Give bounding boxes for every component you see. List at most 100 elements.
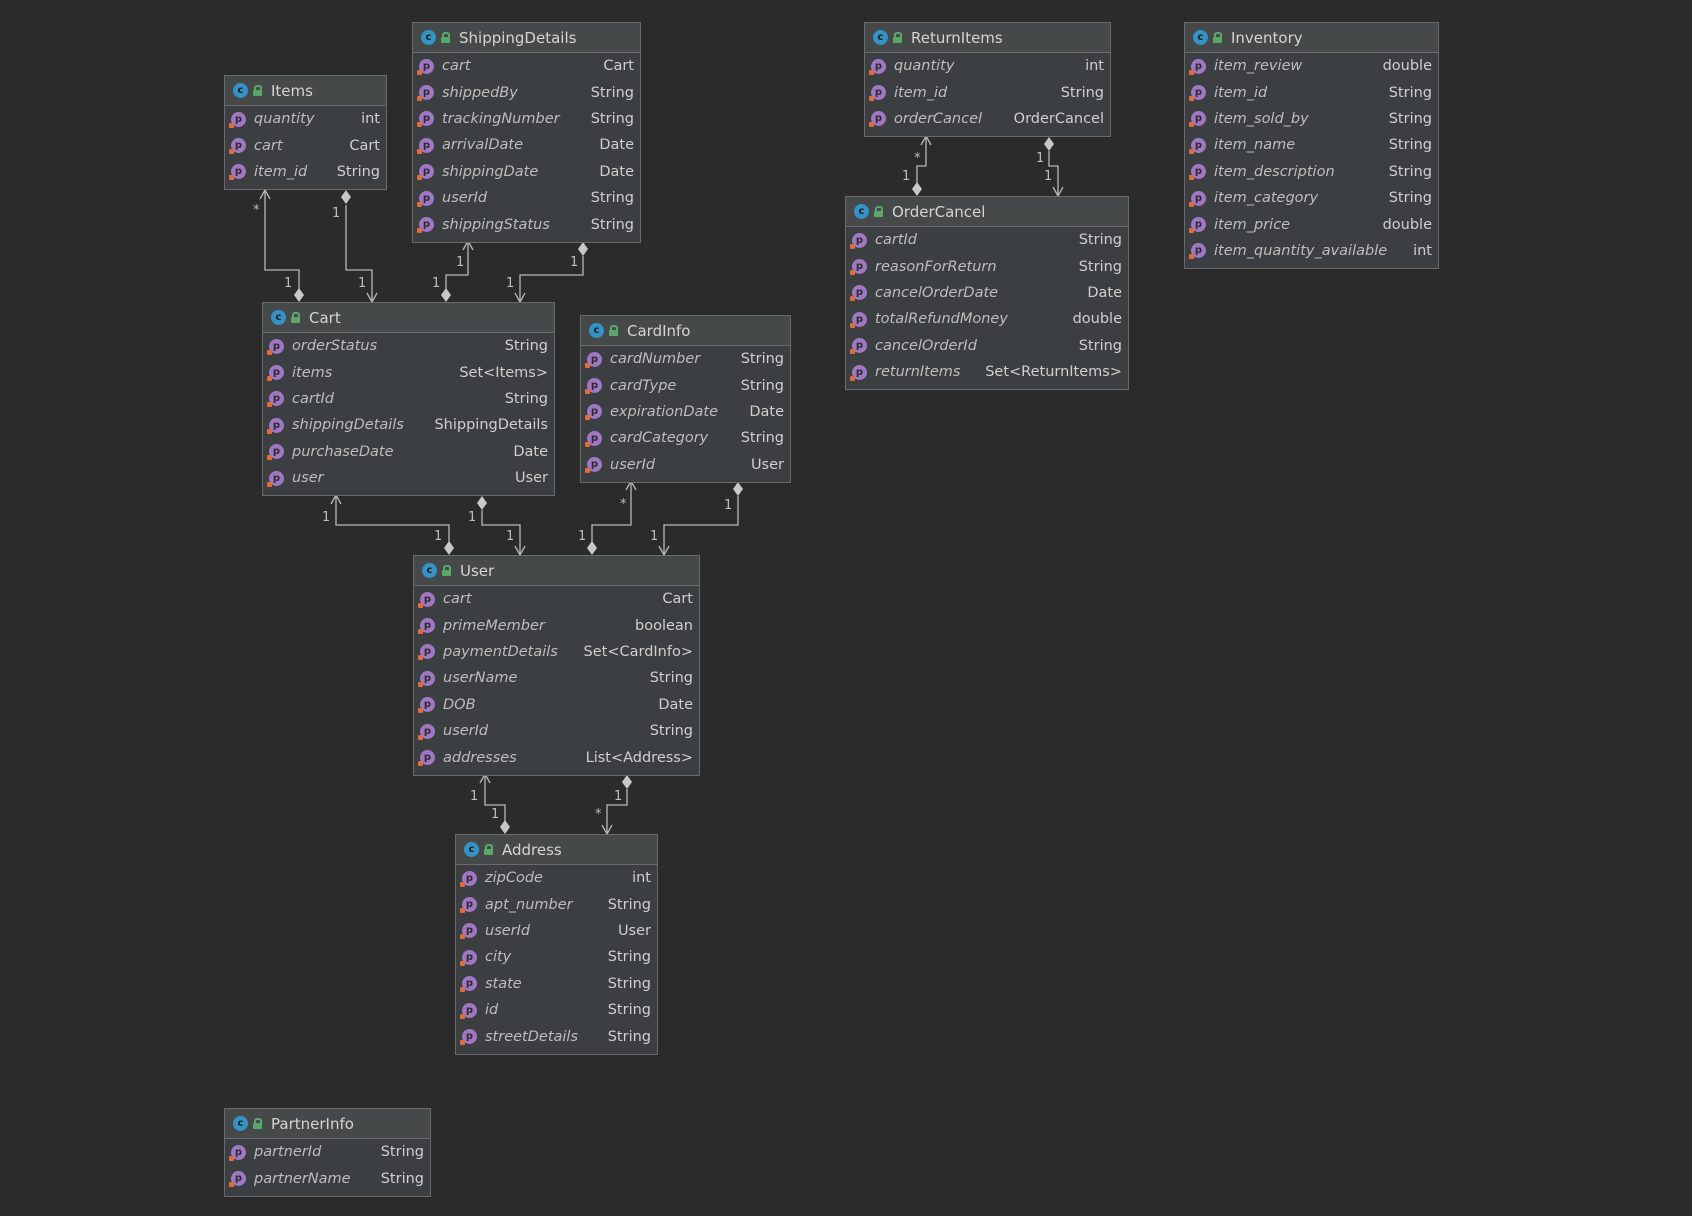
class-box-items[interactable]: c Items p quantity int p cart Cart p item_id Strin… [224,75,387,191]
field-row[interactable]: p orderCancel OrderCancel [865,106,1110,132]
field-row[interactable]: p userId User [581,452,790,478]
field-row[interactable]: p partnerName String [225,1165,430,1191]
field-row[interactable]: p shippingDate Date [413,159,640,185]
field-row[interactable]: p streetDetails String [456,1023,657,1049]
field-row[interactable]: p expirationDate Date [581,399,790,425]
class-box-shippingdetails[interactable]: c ShippingDetails p cart Cart p shippedBy Strin… [412,22,641,243]
property-icon: p [417,111,434,128]
field-type: Date [658,696,693,713]
public-lock-icon [440,32,450,43]
field-row[interactable]: p userId User [456,918,657,944]
field-row[interactable]: p item_id String [865,79,1110,105]
field-row[interactable]: p shippingStatus String [413,211,640,237]
field-row[interactable]: p paymentDetails Set<CardInfo> [414,639,699,665]
field-type: int [1413,242,1432,259]
field-type: ShippingDetails [434,417,548,434]
composition-diamond [441,288,451,302]
field-name: userName [443,670,518,687]
multiplicity-label: 1 [432,276,440,291]
class-box-returnitems[interactable]: c ReturnItems p quantity int p item_id String p o… [864,22,1111,138]
field-row[interactable]: p item_price double [1185,211,1438,237]
class-box-inventory[interactable]: c Inventory p item_review double p item_id Stri… [1184,22,1439,270]
field-name: id [485,1002,499,1019]
field-row[interactable]: p item_description String [1185,159,1438,185]
field-row[interactable]: p userId String [413,185,640,211]
class-box-address[interactable]: c Address p zipCode int p apt_number String p use… [455,834,658,1055]
field-row[interactable]: p arrivalDate Date [413,132,640,158]
field-row[interactable]: p cart Cart [413,53,640,79]
multiplicity-label: 1 [578,529,586,544]
field-row[interactable]: p item_id String [225,159,386,185]
field-row[interactable]: p orderStatus String [263,333,554,359]
class-header[interactable]: c CardInfo [581,316,790,346]
class-header[interactable]: c OrderCancel [846,197,1128,227]
class-icon: c [233,83,248,98]
field-row[interactable]: p id String [456,997,657,1023]
field-row[interactable]: p cartId String [846,227,1128,253]
field-row[interactable]: p items Set<Items> [263,359,554,385]
field-row[interactable]: p user User [263,465,554,491]
field-type: String [607,1028,651,1045]
class-header[interactable]: c Cart [263,303,554,333]
class-header[interactable]: c ShippingDetails [413,23,640,53]
field-row[interactable]: p city String [456,944,657,970]
field-row[interactable]: p cartId String [263,386,554,412]
field-row[interactable]: p item_review double [1185,53,1438,79]
class-box-cart[interactable]: c Cart p orderStatus String p items Set<Items> p… [262,302,555,497]
field-row[interactable]: p quantity int [865,53,1110,79]
field-row[interactable]: p cardType String [581,372,790,398]
field-name: city [485,949,512,966]
field-row[interactable]: p returnItems Set<ReturnItems> [846,359,1128,385]
field-row[interactable]: p item_sold_by String [1185,106,1438,132]
field-type: List<Address> [585,749,693,766]
class-box-ordercancel[interactable]: c OrderCancel p cartId String p reasonForRetur… [845,196,1129,391]
field-row[interactable]: p cancelOrderDate Date [846,280,1128,306]
field-row[interactable]: p purchaseDate Date [263,439,554,465]
class-header[interactable]: c PartnerInfo [225,1109,430,1139]
field-row[interactable]: p cardCategory String [581,425,790,451]
field-row[interactable]: p userId String [414,718,699,744]
property-icon: p [229,1171,246,1188]
field-row[interactable]: p trackingNumber String [413,106,640,132]
field-row[interactable]: p item_name String [1185,132,1438,158]
class-header[interactable]: c Inventory [1185,23,1438,53]
field-type: String [504,390,548,407]
class-header[interactable]: c Address [456,835,657,865]
field-name: cartId [292,390,334,407]
field-row[interactable]: p partnerId String [225,1139,430,1165]
field-row[interactable]: p quantity int [225,106,386,132]
class-header[interactable]: c User [414,556,699,586]
class-box-partnerinfo[interactable]: c PartnerInfo p partnerId String p partnerName… [224,1108,431,1197]
cart-user-association-b [481,510,521,555]
class-box-cardinfo[interactable]: c CardInfo p cardNumber String p cardType Strin… [580,315,791,483]
field-row[interactable]: p reasonForReturn String [846,253,1128,279]
field-row[interactable]: p zipCode int [456,865,657,891]
field-row[interactable]: p item_id String [1185,79,1438,105]
class-box-user[interactable]: c User p cart Cart p primeMember boolean p paymen… [413,555,700,776]
field-row[interactable]: p item_category String [1185,185,1438,211]
field-row[interactable]: p cart Cart [414,586,699,612]
shipping-cart-association-a [445,241,469,289]
field-row[interactable]: p shippedBy String [413,79,640,105]
class-name: OrderCancel [892,202,986,221]
field-row[interactable]: p state String [456,971,657,997]
multiplicity-label: 1 [284,276,292,291]
class-header[interactable]: c Items [225,76,386,106]
field-row[interactable]: p addresses List<Address> [414,744,699,770]
field-row[interactable]: p cart Cart [225,132,386,158]
class-header[interactable]: c ReturnItems [865,23,1110,53]
field-row[interactable]: p userName String [414,665,699,691]
field-row[interactable]: p cancelOrderId String [846,333,1128,359]
field-row[interactable]: p item_quantity_available int [1185,238,1438,264]
class-name: Address [502,840,562,859]
field-row[interactable]: p shippingDetails ShippingDetails [263,412,554,438]
arrow-head [658,545,670,557]
field-type: String [607,1002,651,1019]
property-icon: p [850,338,867,355]
field-row[interactable]: p primeMember boolean [414,612,699,638]
field-row[interactable]: p cardNumber String [581,346,790,372]
field-row[interactable]: p DOB Date [414,692,699,718]
field-row[interactable]: p apt_number String [456,891,657,917]
field-row[interactable]: p totalRefundMoney double [846,306,1128,332]
arrow-head [514,292,526,304]
